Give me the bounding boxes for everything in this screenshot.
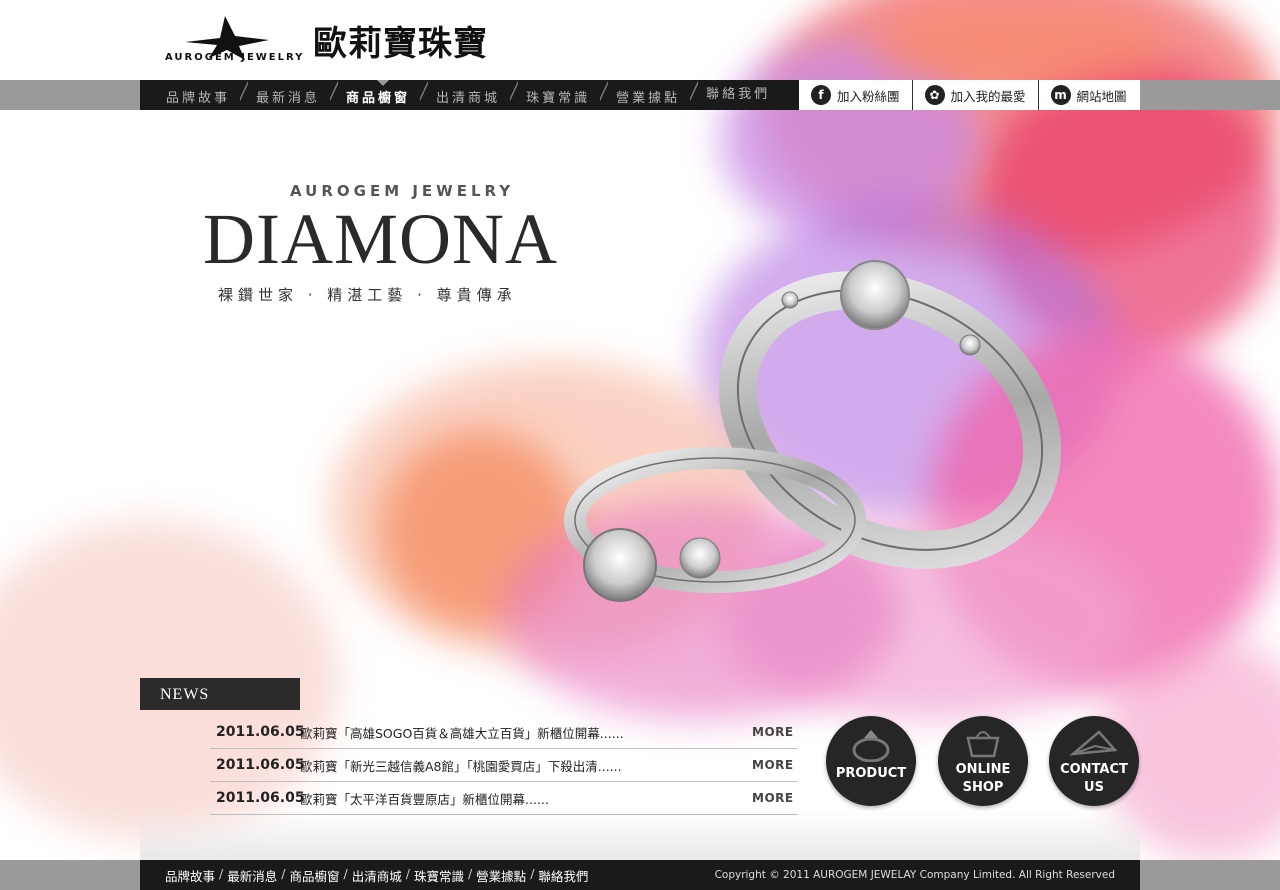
logo-english: AUROGEM JEWELRY xyxy=(165,52,305,63)
footer-link-contact[interactable]: 聯絡我們 xyxy=(538,866,588,885)
nav-item-brand-story[interactable]: 品牌故事 xyxy=(140,80,249,110)
nav-item-news[interactable]: 最新消息 xyxy=(248,80,339,110)
ring-icon xyxy=(852,730,890,762)
nav-item-products[interactable]: 商品櫥窗 xyxy=(338,80,429,110)
copyright: Copyright © 2011 AUROGEM JEWELAY Company… xyxy=(714,869,1115,881)
footer-link-news[interactable]: 最新消息 xyxy=(227,866,277,885)
main-nav: 品牌故事 最新消息 商品櫥窗 出清商城 珠寶常識 營業據點 聯絡我們 xyxy=(140,80,799,110)
logo-chinese: 歐莉寶珠寶 xyxy=(313,24,488,64)
content-fade xyxy=(140,810,1140,860)
shopping-bag-icon xyxy=(966,731,1000,758)
sitemap-icon: m xyxy=(1050,85,1071,105)
social-links: f 加入粉絲團 ✿ 加入我的最愛 m 網站地圖 xyxy=(799,80,1140,110)
nav-separator xyxy=(240,80,249,102)
news-headline[interactable]: 歐莉寶「高雄SOGO百貨＆高雄大立百貨」新櫃位開幕...... xyxy=(300,723,752,742)
nav-item-jewelry-knowledge[interactable]: 珠寶常識 xyxy=(518,80,609,110)
nav-separator xyxy=(330,80,339,102)
join-fans-link[interactable]: f 加入粉絲團 xyxy=(799,80,912,110)
news-date: 2011.06.05 xyxy=(216,757,305,773)
hero-tagline: 裸鑽世家 · 精湛工藝 · 尊貴傳承 xyxy=(218,286,517,304)
active-indicator xyxy=(377,80,390,86)
news-title: NEWS xyxy=(160,686,210,703)
footer-links: 品牌故事 / 最新消息 / 商品櫥窗 / 出清商城 / 珠寶常識 / 營業據點 / 聯絡我們 xyxy=(165,865,589,885)
hero-title: DIAMONA xyxy=(203,199,558,279)
nav-separator xyxy=(510,80,519,102)
news-headline[interactable]: 歐莉寶「新光三越信義A8館」「桃園愛買店」下殺出清...... xyxy=(300,756,752,775)
footer-link-clearance[interactable]: 出清商城 xyxy=(352,866,402,885)
footer-link-products[interactable]: 商品櫥窗 xyxy=(289,866,339,885)
online-shop-button[interactable]: ONLINE SHOP xyxy=(938,716,1028,806)
diamond-rings-image xyxy=(564,260,1062,602)
nav-item-locations[interactable]: 營業據點 xyxy=(608,80,699,110)
news-list: 2011.06.05 歐莉寶「高雄SOGO百貨＆高雄大立百貨」新櫃位開幕....… xyxy=(210,716,798,815)
facebook-icon: f xyxy=(811,85,831,105)
news-item[interactable]: 2011.06.05 歐莉寶「高雄SOGO百貨＆高雄大立百貨」新櫃位開幕....… xyxy=(210,716,798,749)
add-favorite-link[interactable]: ✿ 加入我的最愛 xyxy=(913,80,1038,110)
nav-separator xyxy=(690,80,699,102)
news-item[interactable]: 2011.06.05 歐莉寶「新光三越信義A8館」「桃園愛買店」下殺出清....… xyxy=(210,749,798,782)
envelope-icon xyxy=(1069,730,1118,756)
nav-separator xyxy=(600,80,609,102)
news-item[interactable]: 2011.06.05 歐莉寶「太平洋百貨豐原店」新櫃位開幕...... MORE xyxy=(210,782,798,815)
more-link[interactable]: MORE xyxy=(752,758,798,772)
news-date: 2011.06.05 xyxy=(216,724,305,740)
favorite-bird-icon: ✿ xyxy=(924,85,945,105)
product-button[interactable]: PRODUCT xyxy=(826,716,916,806)
footer: 品牌故事 / 最新消息 / 商品櫥窗 / 出清商城 / 珠寶常識 / 營業據點 / 聯絡我們… xyxy=(140,860,1140,890)
nav-separator xyxy=(420,80,429,102)
news-date: 2011.06.05 xyxy=(216,790,305,806)
footer-link-brand-story[interactable]: 品牌故事 xyxy=(165,866,215,885)
more-link[interactable]: MORE xyxy=(752,791,798,805)
more-link[interactable]: MORE xyxy=(752,725,798,739)
news-headline[interactable]: 歐莉寶「太平洋百貨豐原店」新櫃位開幕...... xyxy=(300,789,752,808)
sitemap-link[interactable]: m 網站地圖 xyxy=(1039,80,1139,110)
footer-link-locations[interactable]: 營業據點 xyxy=(476,866,526,885)
footer-link-jewelry-knowledge[interactable]: 珠寶常識 xyxy=(414,866,464,885)
nav-item-contact[interactable]: 聯絡我們 xyxy=(698,80,770,110)
contact-us-button[interactable]: CONTACT US xyxy=(1049,716,1139,806)
nav-item-clearance[interactable]: 出清商城 xyxy=(428,80,519,110)
